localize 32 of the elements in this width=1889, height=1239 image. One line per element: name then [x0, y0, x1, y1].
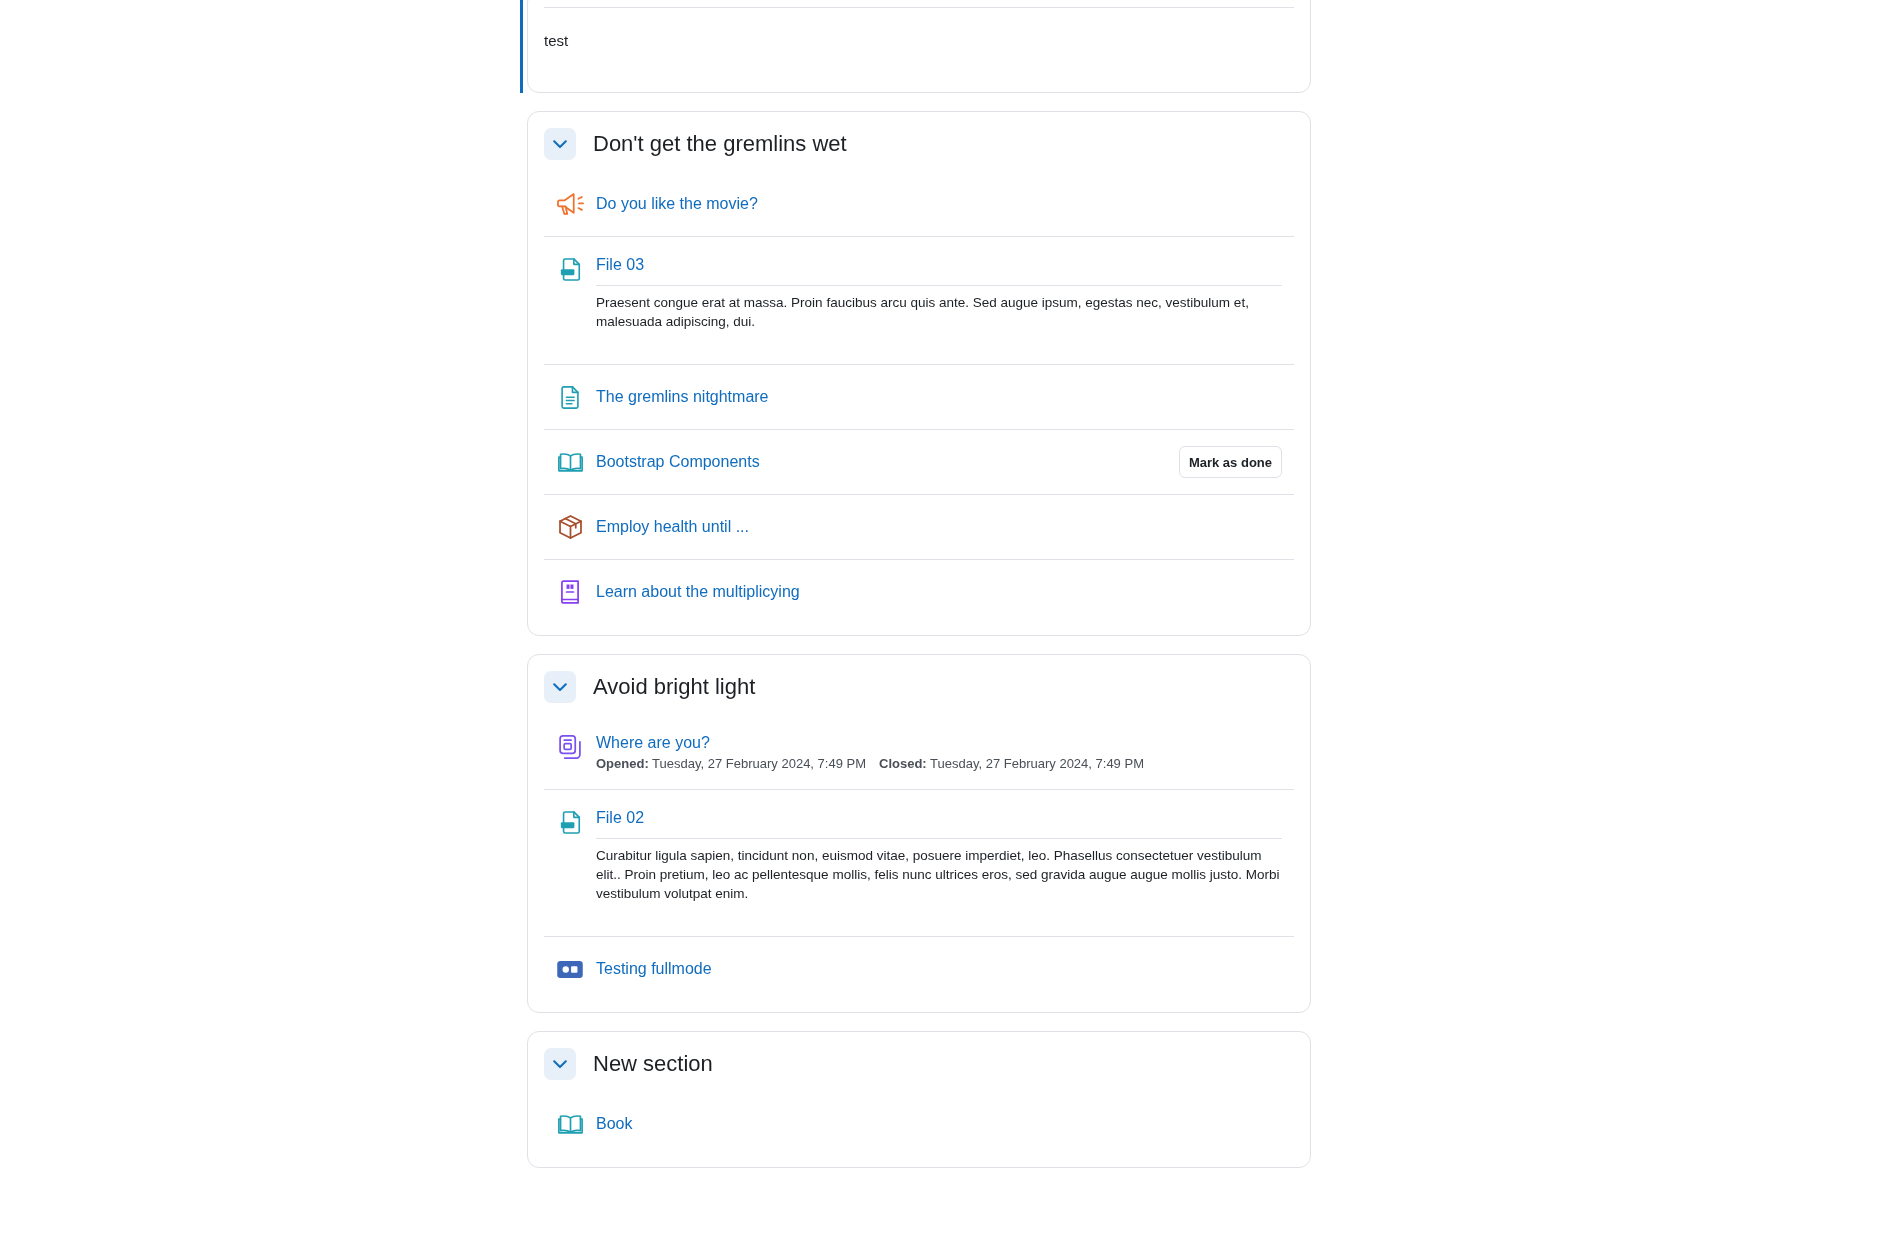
activity-link[interactable]: Employ health until ... [596, 518, 749, 535]
collapse-button[interactable] [544, 128, 576, 160]
activity-link[interactable]: Where are you? [596, 734, 710, 751]
activity-link[interactable]: File 03 [596, 256, 645, 273]
collapse-button[interactable] [544, 1048, 576, 1080]
activity-link[interactable]: Do you like the movie? [596, 195, 758, 212]
collapse-button[interactable] [544, 671, 576, 703]
section-title: Avoid bright light [593, 673, 756, 701]
section-summary: test [544, 31, 570, 51]
logo-tile-icon [557, 960, 583, 978]
book-icon [561, 580, 579, 604]
mark-done-button[interactable]: Mark as done [1178, 446, 1282, 478]
stacked-cards-icon [559, 735, 581, 759]
section-title: New section [593, 1050, 713, 1078]
activity-description: Praesent congue erat at massa. Proin faucibus arcu quis ante. Sed augue ipsum, egestas nec, vestibulum et, malesuada adipiscing, dui. [596, 294, 1250, 331]
activity-link[interactable]: File 02 [596, 809, 645, 826]
text-file-icon [561, 385, 579, 409]
box-icon [558, 515, 582, 539]
megaphone-icon [556, 193, 584, 215]
date-text: Opened: Tuesday, 27 February 2024, 7:49 PM [596, 755, 866, 773]
activity-link[interactable]: Bootstrap Components [596, 453, 760, 470]
activity-link[interactable]: Learn about the multiplicying [596, 583, 800, 600]
activity-link[interactable]: Book [596, 1115, 633, 1132]
section-title: Don't get the gremlins wet [593, 130, 847, 158]
activity-link[interactable]: The gremlins nitghtmare [596, 388, 769, 405]
activity-description: Curabitur ligula sapien, tincidunt non, euismod vitae, posuere imperdiet, leo. Phasellus consectetuer vestibulum elit.. Proin pretium, leo ac pellentesque mollis, felis nunc ultrices eros, sed gravida augue augue mollis justo. Morbi vestibulum volutpat enim. [596, 847, 1281, 903]
file-icon [559, 810, 581, 834]
file-icon [559, 257, 581, 281]
open-book-icon [557, 1114, 583, 1134]
activity-link[interactable]: Testing fullmode [596, 960, 712, 977]
date-text: Closed: Tuesday, 27 February 2024, 7:49 PM [879, 755, 1144, 773]
open-book-icon [557, 452, 583, 472]
